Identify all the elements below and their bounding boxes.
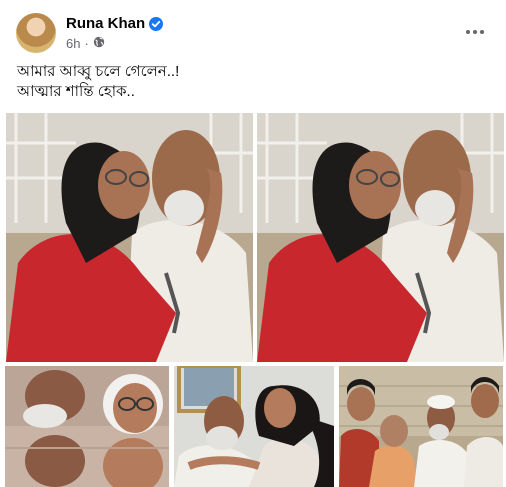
post-timestamp[interactable]: 6h <box>66 36 80 51</box>
meta-separator: · <box>84 36 89 51</box>
photo-1[interactable] <box>6 113 253 362</box>
post-text-line: আমার আব্বু চলে গেলেন..! <box>17 63 180 80</box>
photo-5[interactable] <box>339 366 503 487</box>
post-meta: 6h · <box>66 36 105 51</box>
post-text-line: আত্মার শান্তি হোক.. <box>17 83 135 100</box>
verified-badge-icon <box>149 16 164 31</box>
author-link[interactable]: Runa Khan <box>66 15 164 32</box>
photo-2[interactable] <box>257 113 504 362</box>
photo-4[interactable] <box>174 366 334 487</box>
author-name: Runa Khan <box>66 15 146 32</box>
post-text: আমার আব্বু চলে গেলেন..! আত্মার শান্তি হো… <box>17 62 487 102</box>
post-card: Runa Khan 6h · আমার আব্বু চলে গেলেন..! আ… <box>0 0 506 487</box>
photo-3[interactable] <box>5 366 169 487</box>
more-options-button[interactable] <box>461 22 489 42</box>
globe-icon[interactable] <box>93 36 105 51</box>
author-avatar[interactable] <box>16 13 56 53</box>
